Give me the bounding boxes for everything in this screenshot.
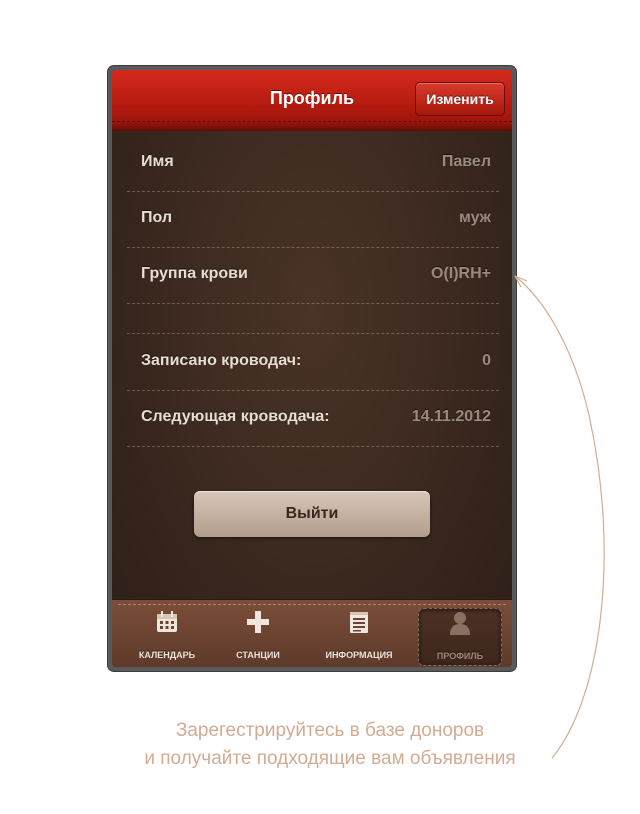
caption-line-1: Зарегестрируйтесь в базе доноров xyxy=(175,720,485,741)
caption-line-2: и получайте подходящие вам объявления xyxy=(144,748,516,769)
arrow-icon xyxy=(514,275,605,759)
